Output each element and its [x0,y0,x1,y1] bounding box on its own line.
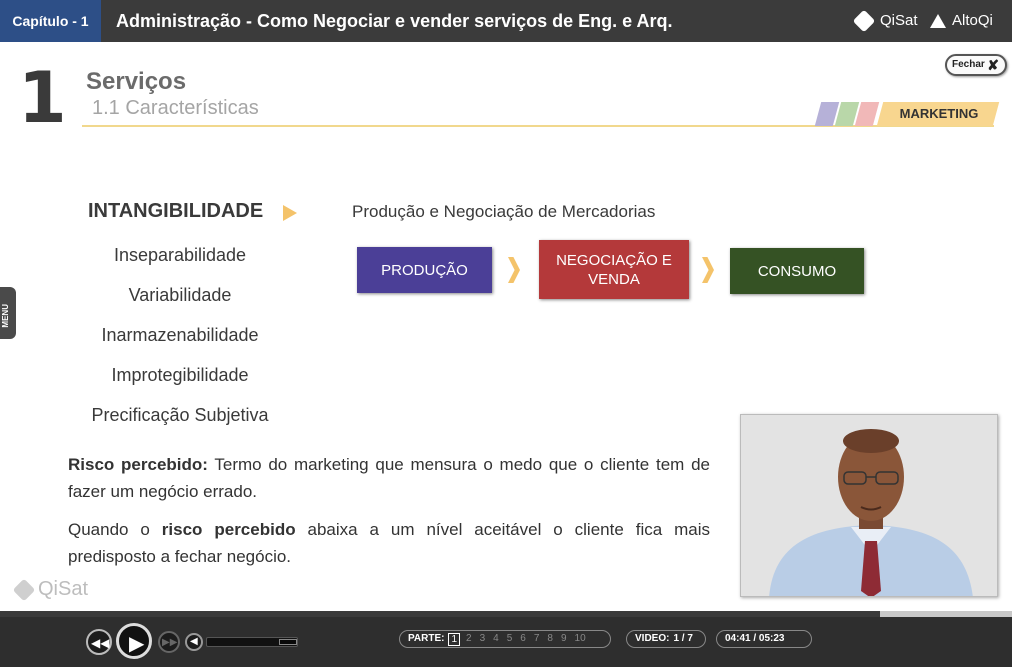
fast-forward-button[interactable]: ▶▶ [158,631,180,653]
course-title: Administração - Como Negociar e vender s… [116,11,673,31]
category-tag-label: MARKETING [899,106,979,121]
volume-icon: ◀ [190,636,198,647]
chapter-number: 1 [18,57,67,139]
paragraph-acceptable-risk: Quando o risco percebido abaixa a um nív… [68,516,710,570]
part-number[interactable]: 4 [491,631,501,647]
qisat-watermark-icon [12,578,36,601]
part-label: PARTE: [408,633,445,644]
altoqi-logo-icon [930,14,946,28]
top-bar: Capítulo - 1 Administração - Como Negoci… [0,0,1012,42]
characteristic-item[interactable]: Variabilidade [60,285,300,306]
characteristic-item[interactable]: Inarmazenabilidade [60,325,300,346]
flow-title: Produção e Negociação de Mercadorias [352,202,656,221]
part-number[interactable]: 3 [478,631,488,647]
part-number[interactable]: 8 [545,631,555,647]
flow-step-consumption: CONSUMO [730,248,864,294]
part-number[interactable]: 2 [464,631,474,647]
time-display: 04:41 / 05:23 [716,630,812,648]
player-controls: ◀◀ ▶ ▶▶ ◀ PARTE: 1 2 3 4 5 6 7 8 9 10 VI… [0,617,1012,667]
paragraph2-bold: risco percebido [161,520,296,539]
qisat-watermark: QiSat [12,578,89,601]
flow-arrow-icon [508,257,522,283]
characteristic-item[interactable]: Improtegibilidade [60,365,300,386]
category-tag: MARKETING [814,102,1000,126]
play-icon: ▶ [129,633,145,655]
volume-button[interactable]: ◀ [185,633,203,651]
rewind-button[interactable]: ◀◀ [86,629,112,655]
part-number[interactable]: 6 [518,631,528,647]
part-number[interactable]: 5 [505,631,515,647]
qisat-brand-label: QiSat [880,12,918,29]
chapter-label: Capítulo - 1 [0,0,101,42]
video-label: VIDEO: [635,633,670,644]
video-counter: VIDEO: 1 / 7 [626,630,706,648]
presenter-video[interactable] [740,414,998,597]
flow-step-negotiation: NEGOCIAÇÃO E VENDA [539,240,689,299]
qisat-watermark-label: QiSat [38,578,89,600]
qisat-brand: QiSat [852,0,918,42]
presenter-figure [741,415,997,596]
app-window: Capítulo - 1 Administração - Como Negoci… [0,0,1012,667]
part-number[interactable]: 1 [448,632,461,646]
paragraph-perceived-risk: Risco percebido: Termo do marketing que … [68,451,710,505]
slide-content: 1 Serviços 1.1 Características Fechar ✘ … [0,42,1012,611]
part-number[interactable]: 9 [559,631,569,647]
close-button-label: Fechar [952,59,985,70]
flow-arrow-icon [702,257,716,283]
close-icon: ✘ [987,57,999,73]
side-menu-label: MENU [1,304,10,328]
play-button[interactable]: ▶ [116,623,152,659]
rewind-icon: ◀◀ [91,636,110,650]
flow-step-production: PRODUÇÃO [357,247,492,293]
close-button[interactable]: Fechar ✘ [945,54,1007,76]
altoqi-brand: AltoQi [930,0,993,42]
paragraph2-prefix: Quando o [68,520,162,539]
altoqi-brand-label: AltoQi [952,12,993,29]
part-selector: PARTE: 1 2 3 4 5 6 7 8 9 10 [399,630,611,648]
paragraph1-bold: Risco percebido: [68,455,208,474]
active-arrow-icon [283,205,297,221]
section-title: Serviços [86,68,187,95]
time-value: 04:41 / 05:23 [725,633,785,644]
part-number[interactable]: 10 [573,631,588,647]
characteristic-active[interactable]: INTANGIBILIDADE [88,200,263,223]
characteristic-item[interactable]: Inseparabilidade [60,245,300,266]
volume-slider[interactable] [206,637,298,647]
characteristic-item[interactable]: Precificação Subjetiva [60,405,300,426]
tag-stripe-red [854,102,880,126]
volume-slider-handle[interactable] [279,639,297,645]
video-value: 1 / 7 [673,633,693,644]
part-number[interactable]: 7 [532,631,542,647]
section-subtitle: 1.1 Características [92,97,259,119]
fast-forward-icon: ▶▶ [162,637,178,648]
qisat-logo-icon [852,9,876,33]
